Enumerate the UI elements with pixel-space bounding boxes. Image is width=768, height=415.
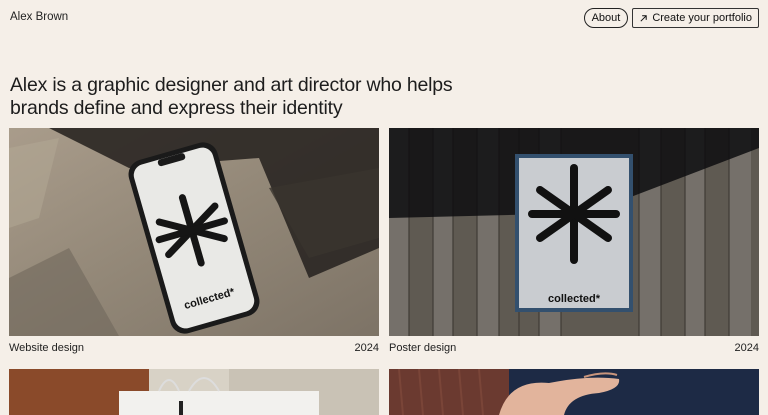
- project-year: 2024: [734, 342, 759, 354]
- project-card-4[interactable]: [389, 369, 759, 415]
- headline-line-2: brands define and express their identity: [10, 96, 343, 119]
- project-card-website-design[interactable]: collected* Website design 2024: [9, 128, 379, 358]
- mockup-brand-text: collected*: [548, 293, 601, 305]
- project-title: Poster design: [389, 342, 457, 354]
- top-nav: About Create your portfolio: [583, 8, 759, 28]
- about-button[interactable]: About: [583, 8, 629, 28]
- project-thumbnail: [389, 369, 759, 415]
- project-year: 2024: [354, 342, 379, 354]
- project-thumbnail: collected*: [389, 128, 759, 336]
- headline-line-1: Alex is a graphic designer and art direc…: [10, 74, 453, 96]
- intro-headline: Alex is a graphic designer and art direc…: [10, 74, 480, 119]
- project-title: Website design: [9, 342, 85, 354]
- create-portfolio-label: Create your portfolio: [652, 12, 752, 24]
- site-brand[interactable]: Alex Brown: [10, 11, 68, 23]
- create-portfolio-button[interactable]: Create your portfolio: [632, 8, 759, 28]
- arrow-up-right-icon: [640, 14, 648, 22]
- project-thumbnail: [9, 369, 379, 415]
- project-caption: Website design 2024: [9, 342, 379, 354]
- top-bar: Alex Brown About Create your portfolio: [10, 8, 759, 28]
- project-thumbnail: collected*: [9, 128, 379, 336]
- project-card-poster-design[interactable]: collected* Poster design 2024: [389, 128, 759, 358]
- project-caption: Poster design 2024: [389, 342, 759, 354]
- project-card-3[interactable]: [9, 369, 379, 415]
